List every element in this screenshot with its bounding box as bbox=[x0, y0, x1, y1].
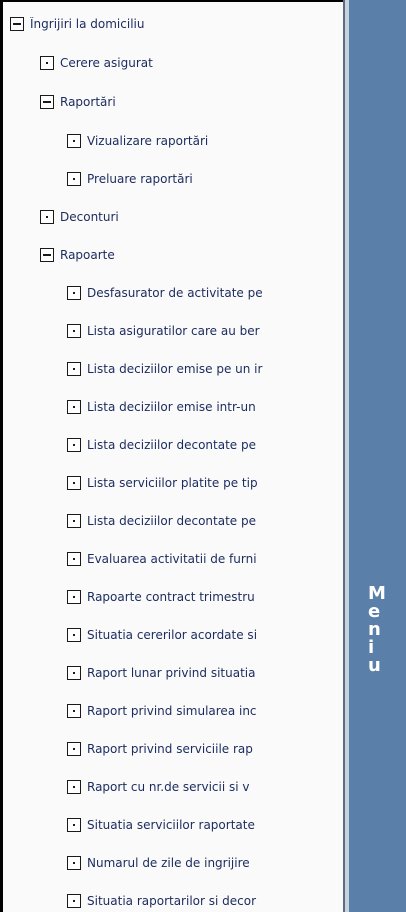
leaf-node-icon bbox=[67, 894, 81, 908]
tree-node-cerere-asigurat[interactable]: Cerere asigurat bbox=[40, 53, 153, 73]
tree-node-label: Raport privind serviciile rap bbox=[87, 742, 253, 756]
leaf-node-icon bbox=[67, 856, 81, 870]
leaf-node-icon bbox=[67, 514, 81, 528]
leaf-node-icon bbox=[67, 780, 81, 794]
tree-node-deconturi[interactable]: Deconturi bbox=[40, 207, 119, 227]
tree-node-label: Raport cu nr.de servicii si v bbox=[87, 780, 250, 794]
tree-node-raportari[interactable]: Raportări bbox=[40, 92, 116, 112]
tree-node-report[interactable]: Raport privind simularea inc bbox=[67, 701, 274, 721]
leaf-node-icon bbox=[67, 704, 81, 718]
leaf-node-icon bbox=[67, 134, 81, 148]
tree-node-label: Cerere asigurat bbox=[60, 56, 153, 70]
tree-node-label: Situatia cererilor acordate si bbox=[87, 628, 258, 642]
tree-node-report[interactable]: Numarul de zile de ingrijire bbox=[67, 853, 274, 873]
menu-label: M e n i u bbox=[368, 583, 386, 676]
tree-node-report[interactable]: Lista asiguratilor care au ber bbox=[67, 321, 274, 341]
leaf-node-icon bbox=[67, 742, 81, 756]
tree-node-report[interactable]: Raport lunar privind situatia bbox=[67, 663, 274, 683]
leaf-node-icon bbox=[40, 210, 54, 224]
leaf-node-icon bbox=[67, 666, 81, 680]
tree-node-label: Preluare raportări bbox=[87, 172, 193, 186]
tree-node-report[interactable]: Situatia cererilor acordate si bbox=[67, 625, 274, 645]
tree-node-ingrijiri-la-domiciliu[interactable]: Îngrijiri la domiciliu bbox=[10, 14, 144, 34]
tree-node-report[interactable]: Lista serviciilor platite pe tip bbox=[67, 473, 274, 493]
collapse-icon[interactable] bbox=[10, 17, 24, 31]
tree-node-label: Lista deciziilor emise intr-un bbox=[87, 400, 256, 414]
leaf-node-icon bbox=[67, 362, 81, 376]
leaf-node-icon bbox=[67, 286, 81, 300]
leaf-node-icon bbox=[67, 400, 81, 414]
tree-node-label: Raport lunar privind situatia bbox=[87, 666, 256, 680]
tree-node-label: Lista asiguratilor care au ber bbox=[87, 324, 260, 338]
leaf-node-icon bbox=[67, 552, 81, 566]
collapse-icon[interactable] bbox=[40, 95, 54, 109]
leaf-node-icon bbox=[67, 324, 81, 338]
tree-node-report[interactable]: Lista deciziilor decontate pe bbox=[67, 435, 274, 455]
tree-node-label: Desfasurator de activitate pe bbox=[87, 286, 263, 300]
tree-node-report[interactable]: Situatia raportarilor si decor bbox=[67, 891, 274, 911]
tree-node-report[interactable]: Lista deciziilor emise intr-un bbox=[67, 397, 274, 417]
navigation-tree: Îngrijiri la domiciliu Cerere asigurat R… bbox=[0, 0, 343, 912]
tree-node-preluare-raportari[interactable]: Preluare raportări bbox=[67, 169, 193, 189]
tree-node-label: Rapoarte bbox=[60, 248, 115, 262]
tree-node-label: Îngrijiri la domiciliu bbox=[30, 17, 145, 31]
tree-node-label: Numarul de zile de ingrijire bbox=[87, 856, 250, 870]
tree-node-label: Rapoarte contract trimestru bbox=[87, 590, 255, 604]
tree-node-report[interactable]: Situatia serviciilor raportate bbox=[67, 815, 274, 835]
menu-panel[interactable]: M e n i u bbox=[349, 0, 406, 912]
tree-node-report[interactable]: Lista deciziilor emise pe un ir bbox=[67, 359, 274, 379]
leaf-node-icon bbox=[67, 628, 81, 642]
tree-node-label: Lista deciziilor decontate pe bbox=[87, 514, 256, 528]
leaf-node-icon bbox=[67, 476, 81, 490]
tree-node-label: Raport privind simularea inc bbox=[87, 704, 257, 718]
leaf-node-icon bbox=[40, 56, 54, 70]
tree-node-label: Lista deciziilor decontate pe bbox=[87, 438, 256, 452]
tree-node-report[interactable]: Rapoarte contract trimestru bbox=[67, 587, 274, 607]
tree-node-vizualizare-raportari[interactable]: Vizualizare raportări bbox=[67, 131, 208, 151]
tree-node-label: Situatia serviciilor raportate bbox=[87, 818, 255, 832]
tree-node-label: Lista serviciilor platite pe tip bbox=[87, 476, 258, 490]
tree-node-label: Vizualizare raportări bbox=[87, 134, 209, 148]
tree-node-report[interactable]: Raport cu nr.de servicii si v bbox=[67, 777, 274, 797]
leaf-node-icon bbox=[67, 438, 81, 452]
tree-node-rapoarte[interactable]: Rapoarte bbox=[40, 245, 115, 265]
tree-node-label: Deconturi bbox=[60, 210, 119, 224]
tree-node-label: Evaluarea activitatii de furni bbox=[87, 552, 257, 566]
leaf-node-icon bbox=[67, 172, 81, 186]
tree-node-label: Raportări bbox=[60, 95, 116, 109]
leaf-node-icon bbox=[67, 590, 81, 604]
collapse-icon[interactable] bbox=[40, 248, 54, 262]
leaf-node-icon bbox=[67, 818, 81, 832]
tree-node-report[interactable]: Desfasurator de activitate pe bbox=[67, 283, 274, 303]
tree-node-report[interactable]: Evaluarea activitatii de furni bbox=[67, 549, 274, 569]
tree-node-report[interactable]: Raport privind serviciile rap bbox=[67, 739, 274, 759]
tree-node-label: Situatia raportarilor si decor bbox=[87, 894, 257, 908]
tree-node-label: Lista deciziilor emise pe un ir bbox=[87, 362, 263, 376]
tree-node-report[interactable]: Lista deciziilor decontate pe bbox=[67, 511, 274, 531]
